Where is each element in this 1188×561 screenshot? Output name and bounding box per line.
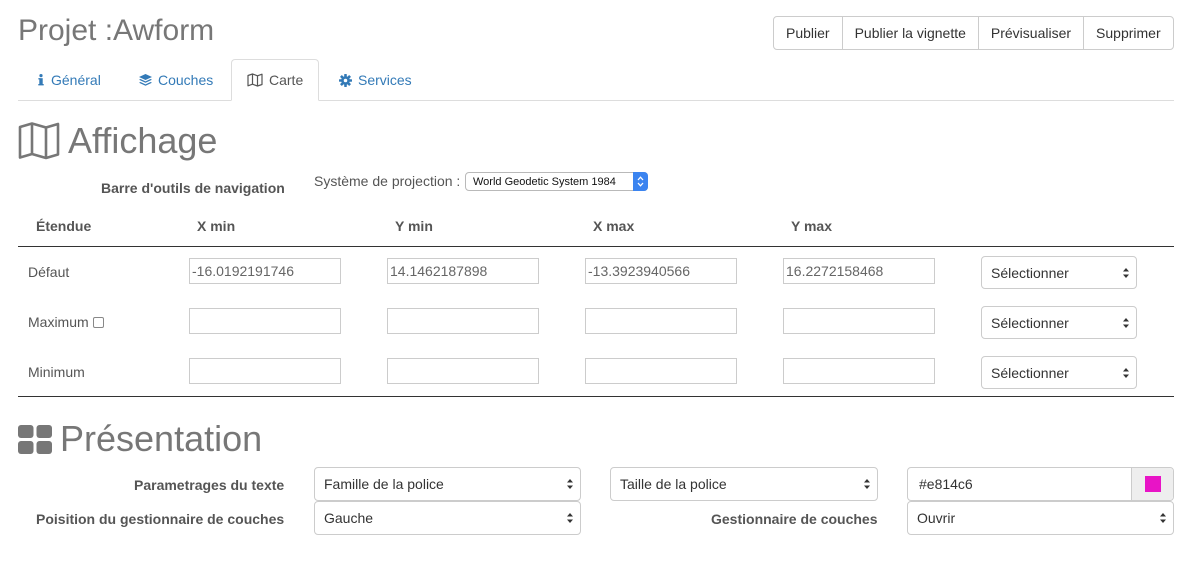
minimum-xmin-input[interactable]: [189, 358, 341, 384]
layer-manager-position-select[interactable]: Gauche: [314, 501, 581, 535]
column-header-extent: Étendue: [36, 218, 92, 234]
layer-manager-select-value: Ouvrir: [917, 510, 956, 526]
tab-bar: Général Couches Carte Services: [18, 59, 1174, 101]
tab-general-label: Général: [51, 72, 101, 88]
default-ymax-input[interactable]: 16.2272158468: [783, 258, 935, 284]
select-caret-icon: [1123, 268, 1129, 278]
column-header-xmax: X max: [593, 218, 635, 234]
page-title: Projet :Awform: [18, 14, 215, 47]
maximum-xmax-input[interactable]: [585, 308, 737, 334]
row-label-maximum: Maximum: [28, 314, 104, 330]
layer-manager-position-value: Gauche: [324, 510, 374, 526]
delete-button[interactable]: Supprimer: [1083, 16, 1174, 50]
select-caret-icon: [1160, 513, 1166, 523]
minimum-extent-select-value: Sélectionner: [991, 364, 1069, 381]
table-header-divider: [18, 246, 1174, 247]
tab-map[interactable]: Carte: [231, 59, 320, 101]
map-icon: [18, 122, 60, 160]
text-color-input[interactable]: #e814c6: [908, 468, 1131, 500]
maximum-ymax-input[interactable]: [783, 308, 935, 334]
gear-icon: [339, 73, 352, 87]
maximum-xmin-input[interactable]: [189, 308, 341, 334]
tab-services[interactable]: Services: [324, 59, 427, 101]
projection-label: Système de projection :: [314, 173, 461, 189]
tab-layers[interactable]: Couches: [124, 59, 228, 101]
default-extent-select[interactable]: Sélectionner: [981, 256, 1137, 289]
select-caret-icon: [567, 513, 573, 523]
row-label-default: Défaut: [28, 264, 70, 280]
layer-manager-position-label: Poisition du gestionnaire de couches: [36, 511, 285, 527]
font-size-select-value: Taille de la police: [620, 476, 727, 492]
publish-thumbnail-button[interactable]: Publier la vignette: [841, 16, 979, 50]
column-header-ymin: Y min: [395, 218, 433, 234]
tab-map-label: Carte: [269, 72, 304, 88]
tab-services-label: Services: [358, 72, 412, 88]
projection-select[interactable]: World Geodetic System 1984: [465, 172, 648, 191]
text-settings-label: Parametrages du texte: [134, 477, 285, 493]
maximum-extent-select[interactable]: Sélectionner: [981, 306, 1137, 339]
publish-button[interactable]: Publier: [773, 16, 843, 50]
table-bottom-divider: [18, 396, 1174, 397]
nav-toolbar-label: Barre d'outils de navigation: [101, 180, 285, 196]
color-swatch: [1144, 476, 1161, 492]
maximum-extent-select-value: Sélectionner: [991, 314, 1069, 331]
minimum-ymax-input[interactable]: [783, 358, 935, 384]
select-caret-icon: [864, 479, 870, 489]
minimum-extent-select[interactable]: Sélectionner: [981, 356, 1137, 389]
select-arrows-icon: [633, 172, 648, 191]
section-affichage-title: Affichage: [68, 120, 218, 161]
action-button-group: Publier Publier la vignette Prévisualise…: [773, 16, 1174, 50]
select-caret-icon: [567, 479, 573, 489]
select-caret-icon: [1123, 368, 1129, 378]
font-family-select-value: Famille de la police: [324, 476, 444, 492]
row-label-maximum-text: Maximum: [28, 314, 89, 330]
projection-value: World Geodetic System 1984: [473, 175, 616, 188]
tab-general[interactable]: Général: [22, 59, 116, 101]
text-color-picker[interactable]: #e814c6: [907, 467, 1174, 501]
row-label-minimum: Minimum: [28, 364, 85, 380]
maximum-checkbox[interactable]: [92, 317, 104, 328]
section-presentation: Présentation: [18, 418, 262, 460]
default-ymin-input[interactable]: 14.1462187898: [387, 258, 539, 284]
map-icon: [247, 73, 263, 87]
minimum-ymin-input[interactable]: [387, 358, 539, 384]
section-presentation-title: Présentation: [60, 418, 263, 459]
font-size-select[interactable]: Taille de la police: [610, 467, 878, 501]
select-caret-icon: [1123, 318, 1129, 328]
grid-icon: [18, 424, 52, 454]
layer-manager-label: Gestionnaire de couches: [711, 511, 878, 527]
info-icon: [37, 74, 45, 86]
section-affichage: Affichage: [18, 120, 217, 162]
color-swatch-button[interactable]: [1131, 468, 1173, 500]
minimum-xmax-input[interactable]: [585, 358, 737, 384]
column-header-xmin: X min: [197, 218, 236, 234]
page: Projet :Awform Publier Publier la vignet…: [0, 0, 1188, 561]
default-extent-select-value: Sélectionner: [991, 264, 1069, 281]
default-xmin-input[interactable]: -16.0192191746: [189, 258, 341, 284]
layer-manager-select[interactable]: Ouvrir: [907, 501, 1174, 535]
column-header-ymax: Y max: [791, 218, 832, 234]
preview-button[interactable]: Prévisualiser: [977, 16, 1085, 50]
layers-icon: [139, 74, 152, 86]
maximum-ymin-input[interactable]: [387, 308, 539, 334]
font-family-select[interactable]: Famille de la police: [314, 467, 581, 501]
tab-layers-label: Couches: [158, 72, 214, 88]
default-xmax-input[interactable]: -13.3923940566: [585, 258, 737, 284]
